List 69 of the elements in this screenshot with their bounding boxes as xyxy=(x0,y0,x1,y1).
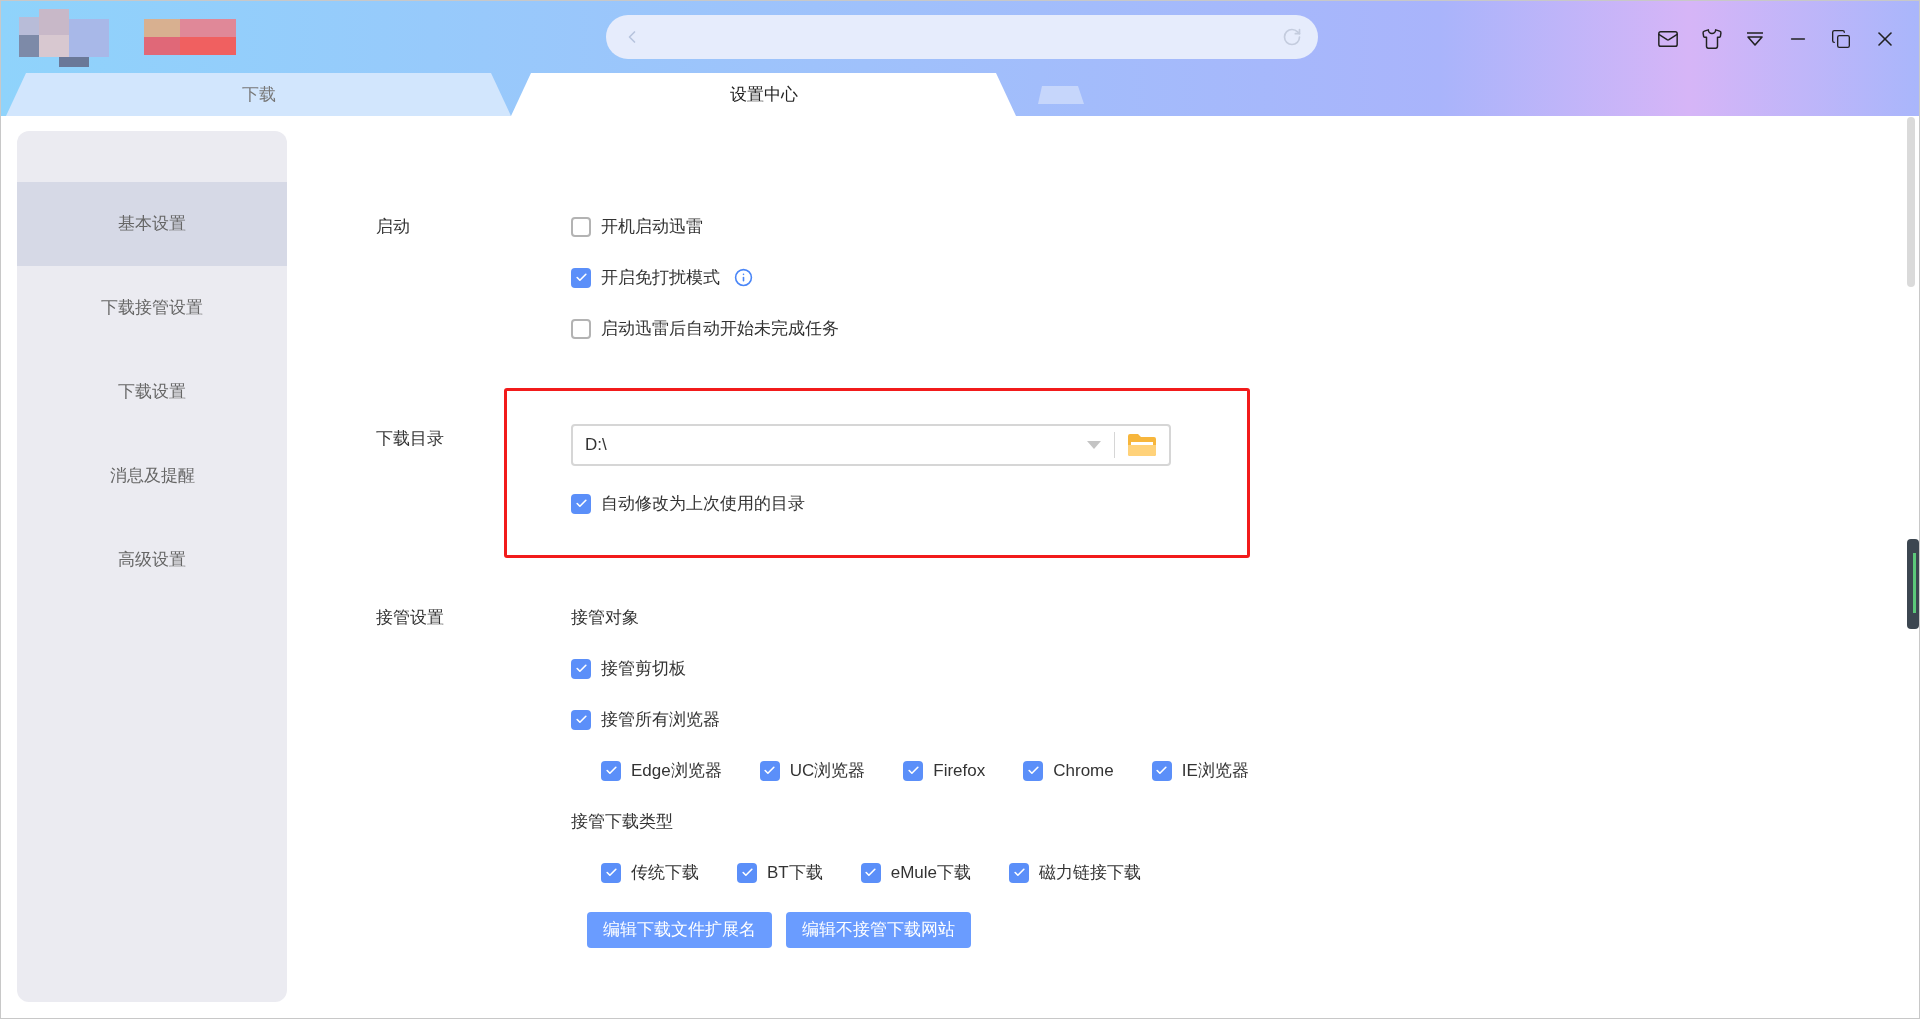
section-label: 启动 xyxy=(376,215,410,238)
section-label: 接管设置 xyxy=(376,606,444,629)
option-label: eMule下载 xyxy=(890,861,972,884)
option-label: Firefox xyxy=(933,759,986,782)
logo-icon xyxy=(19,9,237,69)
checkbox[interactable] xyxy=(860,862,881,883)
checkmark-icon xyxy=(864,866,878,879)
tab[interactable]: 下载 xyxy=(6,73,511,116)
option-label: 启动迅雷后自动开始未完成任务 xyxy=(601,317,839,340)
edit-button[interactable]: 编辑下载文件扩展名 xyxy=(587,912,772,948)
section-label: 下载目录 xyxy=(376,429,444,448)
shirt-icon[interactable] xyxy=(1701,28,1723,50)
option-label: 开启免打扰模式 xyxy=(601,266,720,289)
checkbox[interactable] xyxy=(759,760,780,781)
restore-icon[interactable] xyxy=(1831,29,1851,49)
checkmark-icon xyxy=(604,764,618,777)
checkmark-icon xyxy=(1026,764,1040,777)
option-label: 接管剪切板 xyxy=(601,657,686,680)
checkmark-icon xyxy=(574,497,588,510)
scrollbar[interactable] xyxy=(1907,117,1915,287)
option-label: 开机启动迅雷 xyxy=(601,215,703,238)
sidebar-item[interactable]: 下载接管设置 xyxy=(17,266,287,350)
edit-button[interactable]: 编辑不接管下载网站 xyxy=(786,912,971,948)
sidebar-item[interactable]: 下载设置 xyxy=(17,350,287,434)
checkbox[interactable] xyxy=(571,216,591,237)
option-label: 自动修改为上次使用的目录 xyxy=(601,492,805,515)
sidebar-item[interactable]: 消息及提醒 xyxy=(17,434,287,518)
checkmark-icon xyxy=(763,764,777,777)
option-label: Edge浏览器 xyxy=(631,759,722,782)
dropdown-icon[interactable] xyxy=(1086,440,1102,450)
checkmark-icon xyxy=(604,866,618,879)
directory-path: D:\ xyxy=(585,434,608,457)
sidebar-item[interactable]: 高级设置 xyxy=(17,518,287,602)
checkbox[interactable] xyxy=(1009,862,1030,883)
checkbox[interactable] xyxy=(571,493,591,514)
sidebar-item[interactable]: 基本设置 xyxy=(17,182,287,266)
option-label: Chrome xyxy=(1053,759,1114,782)
option-label: IE浏览器 xyxy=(1181,759,1249,782)
checkbox[interactable] xyxy=(571,318,591,339)
checkbox[interactable] xyxy=(571,267,591,288)
checkbox[interactable] xyxy=(601,862,621,883)
option-label: BT下载 xyxy=(767,861,823,884)
side-widget-icon[interactable] xyxy=(1907,539,1919,629)
checkbox[interactable] xyxy=(601,760,621,781)
checkbox[interactable] xyxy=(1023,760,1044,781)
option-label: 接管所有浏览器 xyxy=(601,708,720,731)
group-heading: 接管下载类型 xyxy=(571,810,673,833)
checkmark-icon xyxy=(574,271,588,284)
option-label: 磁力链接下载 xyxy=(1039,861,1142,884)
checkmark-icon xyxy=(740,866,754,879)
option-label: 传统下载 xyxy=(631,861,699,884)
checkbox[interactable] xyxy=(571,658,591,679)
checkmark-icon xyxy=(1012,866,1026,879)
checkbox[interactable] xyxy=(1151,760,1172,781)
checkbox[interactable] xyxy=(737,862,757,883)
info-icon[interactable] xyxy=(734,268,753,287)
checkmark-icon xyxy=(1155,764,1169,777)
folder-icon[interactable] xyxy=(1127,433,1157,457)
checkmark-icon xyxy=(906,764,920,777)
directory-field[interactable]: D:\ xyxy=(571,424,1171,466)
checkmark-icon xyxy=(574,713,588,726)
option-label: UC浏览器 xyxy=(789,759,866,782)
menu-icon[interactable] xyxy=(1745,29,1765,49)
mail-icon[interactable] xyxy=(1657,28,1679,50)
checkbox[interactable] xyxy=(903,760,924,781)
group-heading: 接管对象 xyxy=(571,606,639,629)
checkbox[interactable] xyxy=(571,709,591,730)
checkmark-icon xyxy=(574,662,588,675)
tab[interactable]: 设置中心 xyxy=(511,73,1016,116)
